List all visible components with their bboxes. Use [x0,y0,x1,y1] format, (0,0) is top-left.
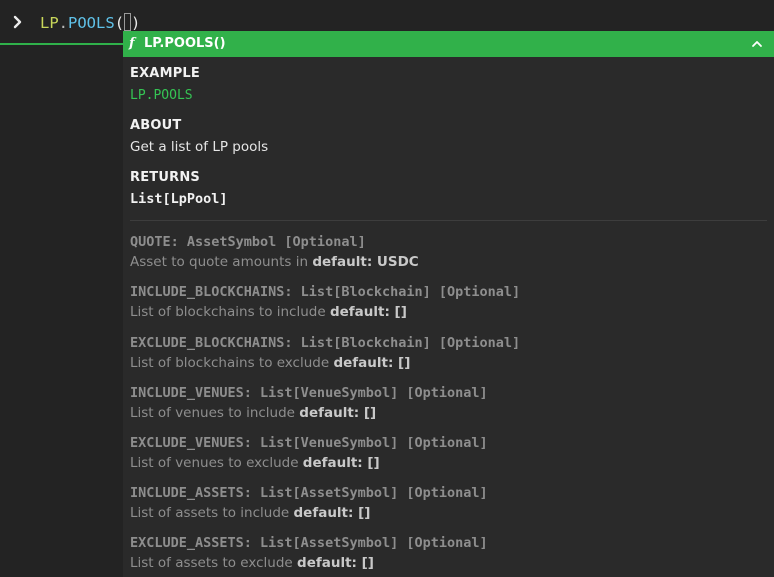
param-include-venues: INCLUDE_VENUES: List[VenueSymbol] [Optio… [130,384,770,422]
param-description-text: List of assets to include [130,505,290,521]
param-description-text: List of venues to include [130,405,295,421]
param-include-blockchains: INCLUDE_BLOCKCHAINS: List[Blockchain] [O… [130,283,770,321]
function-help-popup: f LP.POOLS() EXAMPLE LP.POOLS ABOUT Get … [123,31,774,577]
command-function: POOLS [68,14,115,32]
param-include-assets: INCLUDE_ASSETS: List[AssetSymbol] [Optio… [130,484,770,522]
param-signature: EXCLUDE_VENUES: List[VenueSymbol] [Optio… [130,435,488,451]
param-quote: QUOTE: AssetSymbol [Optional] Asset to q… [130,233,770,271]
param-signature: EXCLUDE_BLOCKCHAINS: List[Blockchain] [O… [130,335,521,351]
param-signature: INCLUDE_BLOCKCHAINS: List[Blockchain] [O… [130,284,521,300]
param-description: List of blockchains to include default: … [130,303,770,321]
example-heading: EXAMPLE [130,66,200,81]
returns-heading: RETURNS [130,170,200,185]
param-exclude-venues: EXCLUDE_VENUES: List[VenueSymbol] [Optio… [130,434,770,472]
command-dot: . [58,14,69,32]
returns-value: List[LpPool] [130,191,228,207]
param-description: List of venues to exclude default: [] [130,454,770,472]
param-description: List of venues to include default: [] [130,404,770,422]
param-description-text: List of blockchains to exclude [130,355,330,371]
command-open-paren: ( [114,14,125,32]
param-default: default: [] [299,405,377,421]
param-description-text: List of assets to exclude [130,555,293,571]
param-signature: INCLUDE_ASSETS: List[AssetSymbol] [Optio… [130,485,488,501]
param-description: List of assets to exclude default: [] [130,554,770,572]
param-description-text: List of venues to exclude [130,455,299,471]
chevron-up-icon[interactable] [748,35,766,53]
function-icon: f [129,36,135,51]
param-default: default: [] [302,455,380,471]
param-signature: QUOTE: AssetSymbol [Optional] [130,234,366,250]
param-description: List of assets to include default: [] [130,504,770,522]
command-close-paren: ) [131,14,141,32]
chevron-right-icon [12,12,26,32]
param-signature: INCLUDE_VENUES: List[VenueSymbol] [Optio… [130,385,488,401]
param-default: default: [] [293,505,371,521]
text-cursor [124,13,132,31]
param-default: default: [] [297,555,374,571]
input-underline [0,43,123,45]
command-namespace: LP [40,14,59,32]
param-default: default: [] [329,304,407,320]
example-value: LP.POOLS [130,88,193,103]
param-default: default: USDC [312,254,419,270]
param-default: default: [] [333,355,411,371]
param-description-text: Asset to quote amounts in [130,254,309,270]
divider [130,220,767,221]
param-description-text: List of blockchains to include [130,304,326,320]
popup-title: LP.POOLS() [144,36,226,51]
about-text: Get a list of LP pools [130,139,269,155]
about-heading: ABOUT [130,118,182,133]
param-signature: EXCLUDE_ASSETS: List[AssetSymbol] [Optio… [130,535,488,551]
popup-header[interactable]: f LP.POOLS() [123,31,774,57]
param-description: List of blockchains to exclude default: … [130,354,770,372]
param-exclude-blockchains: EXCLUDE_BLOCKCHAINS: List[Blockchain] [O… [130,334,770,372]
param-description: Asset to quote amounts in default: USDC [130,253,770,271]
param-exclude-assets: EXCLUDE_ASSETS: List[AssetSymbol] [Optio… [130,534,770,572]
